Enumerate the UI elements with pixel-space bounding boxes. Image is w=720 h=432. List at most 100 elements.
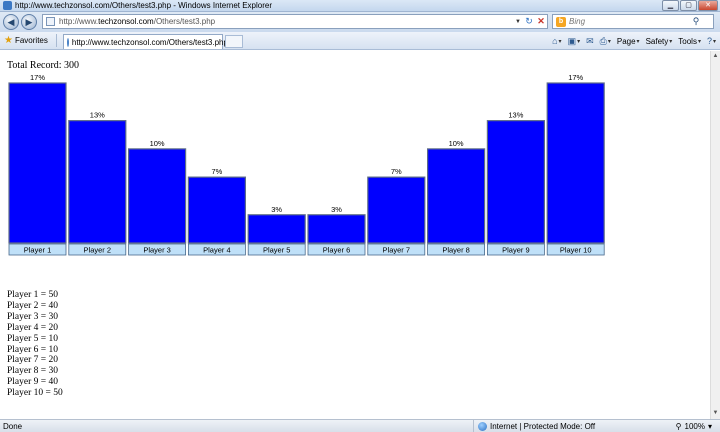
bar-data-label: 13%	[508, 111, 523, 120]
search-box[interactable]: b ⚲	[552, 14, 714, 29]
safety-menu[interactable]: Safety ▾	[646, 37, 673, 46]
chevron-down-icon: ▾	[636, 38, 640, 45]
list-item: Player 5 = 10	[7, 333, 59, 344]
url-text[interactable]: http://www.techzonsol.com/Others/test3.p…	[59, 17, 513, 26]
page-content: Total Record: 300 17% Player 1 13% Player 2…	[0, 51, 710, 419]
bar-data-label: 3%	[331, 205, 342, 214]
bar	[307, 214, 366, 244]
chevron-down-icon: ▾	[577, 38, 581, 45]
bar-data-label: 13%	[90, 111, 105, 120]
bar	[367, 176, 426, 244]
tools-menu[interactable]: Tools ▾	[678, 37, 701, 46]
ie-logo-icon	[3, 1, 12, 10]
category-label: Player 7	[383, 246, 411, 255]
globe-icon	[478, 421, 487, 431]
bar-data-label: 3%	[271, 205, 282, 214]
address-dropdown-icon[interactable]: ▼	[513, 19, 523, 25]
help-button[interactable]: ? ▾	[707, 36, 716, 46]
category-label: Player 8	[442, 246, 470, 255]
print-button[interactable]: ⎙ ▾	[600, 36, 611, 47]
search-icon[interactable]: ⚲	[689, 16, 703, 27]
list-item: Player 3 = 30	[7, 311, 59, 322]
mail-button[interactable]: ✉	[586, 36, 594, 47]
favorites-button[interactable]: ★ Favorites	[4, 35, 48, 46]
address-toolbar: ◀ ▶ http://www.techzonsol.com/Others/tes…	[0, 12, 720, 32]
bar	[8, 82, 67, 244]
list-item: Player 2 = 40	[7, 300, 59, 311]
tools-menu-label: Tools	[678, 36, 697, 46]
home-button[interactable]: ⌂ ▾	[552, 36, 561, 46]
category-label: Player 5	[263, 246, 291, 255]
scroll-down-icon[interactable]: ▼	[711, 409, 720, 418]
page-icon	[46, 17, 55, 26]
title-bar: http://www.techzonsol.com/Others/test3.p…	[0, 0, 720, 12]
category-label: Player 6	[323, 246, 351, 255]
favorites-label: Favorites	[14, 36, 48, 45]
bar-data-label: 17%	[30, 73, 45, 82]
refresh-icon[interactable]: ↻	[523, 16, 535, 27]
zoom-control[interactable]: ⚲ 100% ▾	[676, 422, 712, 431]
security-zone[interactable]: Internet | Protected Mode: Off	[473, 420, 629, 432]
stop-icon[interactable]: ✕	[535, 16, 547, 27]
zoom-level: 100%	[684, 421, 705, 431]
category-label: Player 10	[560, 246, 592, 255]
status-text: Done	[3, 421, 23, 431]
chevron-down-icon: ▾	[707, 421, 712, 431]
address-bar[interactable]: http://www.techzonsol.com/Others/test3.p…	[42, 14, 548, 29]
chevron-down-icon: ▾	[669, 38, 673, 45]
bar	[486, 120, 545, 244]
page-menu[interactable]: Page ▾	[617, 37, 640, 46]
bar	[68, 120, 127, 244]
ie-page-icon	[66, 37, 69, 47]
new-tab-button[interactable]	[224, 35, 243, 48]
category-label: Player 9	[502, 246, 530, 255]
bar-chart: 17% Player 1 13% Player 2 10% Player 3 7% Playe…	[8, 73, 605, 256]
print-icon: ⎙	[599, 35, 607, 46]
favorites-bar: ★ Favorites http://www.techzonsol.com/Ot…	[0, 32, 720, 50]
tab-current[interactable]: http://www.techzonsol.com/Others/test3.p…	[62, 34, 228, 49]
bar-data-label: 10%	[449, 139, 464, 148]
feeds-icon: ▣	[567, 35, 577, 46]
maximize-button[interactable]: ▢	[680, 0, 697, 11]
player-list: Player 1 = 50 Player 2 = 40 Player 3 = 30 P…	[7, 290, 63, 399]
command-bar: ⌂ ▾ ▣ ▾ ✉ ⎙ ▾ Page ▾ Safety ▾ Tools ▾ ? ▾	[552, 32, 716, 50]
bing-logo-icon: b	[556, 16, 566, 27]
tab-title: http://www.techzonsol.com/Others/test3.p…	[71, 37, 228, 47]
list-item: Player 10 = 50	[7, 388, 63, 399]
page-menu-label: Page	[616, 36, 636, 46]
search-input[interactable]	[569, 15, 689, 28]
category-label: Player 2	[84, 246, 112, 255]
bar-data-label: 7%	[211, 167, 222, 176]
chevron-down-icon: ▾	[607, 38, 611, 45]
zone-label: Internet | Protected Mode: Off	[490, 421, 596, 431]
mail-icon: ✉	[586, 35, 594, 46]
status-bar: Done Internet | Protected Mode: Off ⚲ 10…	[0, 419, 720, 432]
list-item: Player 8 = 30	[7, 366, 59, 377]
bar-data-label: 10%	[150, 139, 165, 148]
divider	[55, 34, 57, 47]
chevron-down-icon: ▾	[712, 38, 716, 45]
forward-button[interactable]: ▶	[21, 14, 37, 30]
close-button[interactable]: ✕	[698, 0, 718, 11]
window-title: http://www.techzonsol.com/Others/test3.p…	[15, 1, 272, 10]
list-item: Player 7 = 20	[7, 355, 59, 366]
scroll-up-icon[interactable]: ▲	[711, 52, 720, 61]
feeds-button[interactable]: ▣ ▾	[568, 36, 581, 47]
category-label: Player 4	[203, 246, 231, 255]
vertical-scrollbar[interactable]: ▲ ▼	[710, 51, 720, 419]
window-controls: ▁ ▢ ✕	[662, 0, 718, 11]
minimize-button[interactable]: ▁	[662, 0, 679, 11]
bar	[247, 214, 306, 244]
category-label: Player 1	[24, 246, 52, 255]
list-item: Player 9 = 40	[7, 377, 59, 388]
bar	[427, 148, 486, 244]
bar	[187, 176, 246, 244]
bar-data-label: 17%	[568, 73, 583, 82]
bar-data-label: 7%	[391, 167, 402, 176]
back-button[interactable]: ◀	[3, 14, 19, 30]
bar	[128, 148, 187, 244]
zoom-icon: ⚲	[675, 421, 682, 431]
chevron-down-icon: ▾	[697, 38, 701, 45]
home-icon: ⌂	[552, 36, 558, 46]
chevron-down-icon: ▾	[558, 38, 562, 45]
